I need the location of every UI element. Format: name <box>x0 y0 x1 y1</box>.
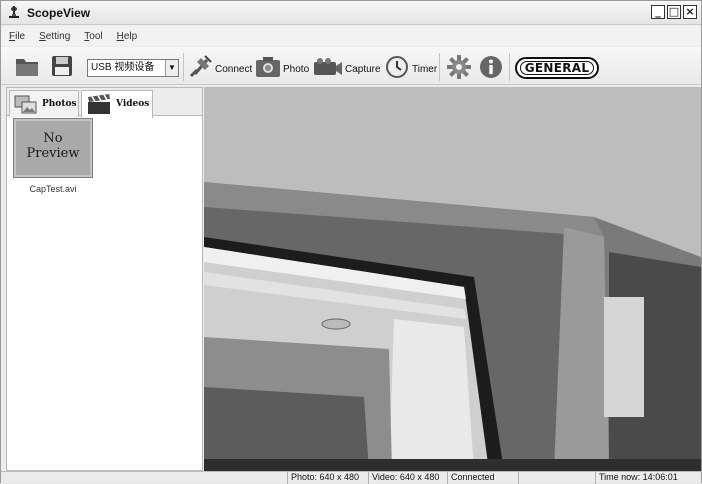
title-bar: ScopeView _ □ × <box>1 1 701 25</box>
status-video-resolution: Video: 640 x 480 <box>368 472 446 484</box>
camera-icon <box>256 57 280 77</box>
connect-label: Connect <box>215 64 253 75</box>
tab-photos-label: Photos <box>42 99 77 109</box>
app-icon <box>9 6 19 18</box>
chevron-down-icon: ▼ <box>165 60 178 76</box>
media-tabs: Photos Videos <box>7 88 202 118</box>
status-connection: Connected <box>447 472 517 484</box>
menu-help[interactable]: Help <box>117 31 138 42</box>
tab-videos-label: Videos <box>116 99 150 109</box>
video-thumbnail[interactable]: No Preview <box>13 118 93 178</box>
status-bar: Photo: 640 x 480 Video: 640 x 480 Connec… <box>1 471 701 484</box>
folder-icon[interactable] <box>15 55 39 77</box>
floppy-icon[interactable] <box>51 55 73 77</box>
menu-help-rest: elp <box>123 30 138 42</box>
clapperboard-icon <box>88 94 110 114</box>
menu-tool-rest: ool <box>89 30 103 42</box>
plug-icon <box>189 55 212 78</box>
window-title: ScopeView <box>27 6 91 20</box>
toolbar-separator <box>509 53 510 81</box>
live-video-preview <box>204 87 701 471</box>
photos-icon <box>14 95 37 114</box>
capture-label: Capture <box>345 64 381 75</box>
menu-setting-accel: S <box>39 30 46 42</box>
media-panel: Photos Videos No Preview CapTest.avi <box>6 87 203 471</box>
video-camera-icon <box>314 58 342 75</box>
toolbar-separator <box>183 53 184 81</box>
status-spacer <box>518 472 594 484</box>
scopeview-window: ScopeView _ □ × File Setting Tool Help U… <box>0 0 702 484</box>
status-photo-resolution: Photo: 640 x 480 <box>287 472 367 484</box>
menu-file[interactable]: File <box>9 31 25 42</box>
gear-icon[interactable] <box>447 55 471 79</box>
menu-bar: File Setting Tool Help <box>1 26 701 46</box>
window-controls: _ □ × <box>651 5 697 19</box>
toolbar: USB 视频设备 ▼ Connect Photo Capture Timer G… <box>1 47 701 85</box>
video-filename: CapTest.avi <box>29 184 77 194</box>
close-button[interactable]: × <box>683 5 697 19</box>
camera-feed-image <box>204 87 701 471</box>
minimize-button[interactable]: _ <box>651 5 665 19</box>
status-clock: Time now: 14:06:01 <box>595 472 695 484</box>
thumbnail-placeholder-line2: Preview <box>26 146 80 161</box>
tab-videos[interactable]: Videos <box>81 90 153 118</box>
tab-photos[interactable]: Photos <box>9 90 79 117</box>
photo-label: Photo <box>283 64 310 75</box>
brand-logo: GENERAL <box>515 57 599 79</box>
maximize-button[interactable]: □ <box>667 5 681 19</box>
menu-setting-rest: etting <box>45 30 71 42</box>
info-icon[interactable] <box>479 55 503 79</box>
menu-file-rest: ile <box>15 30 26 42</box>
toolbar-separator <box>439 53 440 81</box>
menu-help-accel: H <box>116 30 124 42</box>
device-select-value: USB 视频设备 <box>91 62 155 73</box>
thumbnail-placeholder-line1: No <box>43 131 63 146</box>
menu-tool[interactable]: Tool <box>84 31 102 42</box>
timer-label: Timer <box>412 64 438 75</box>
clock-icon <box>386 56 408 78</box>
menu-setting[interactable]: Setting <box>39 31 70 42</box>
device-select[interactable]: USB 视频设备 ▼ <box>87 59 179 77</box>
